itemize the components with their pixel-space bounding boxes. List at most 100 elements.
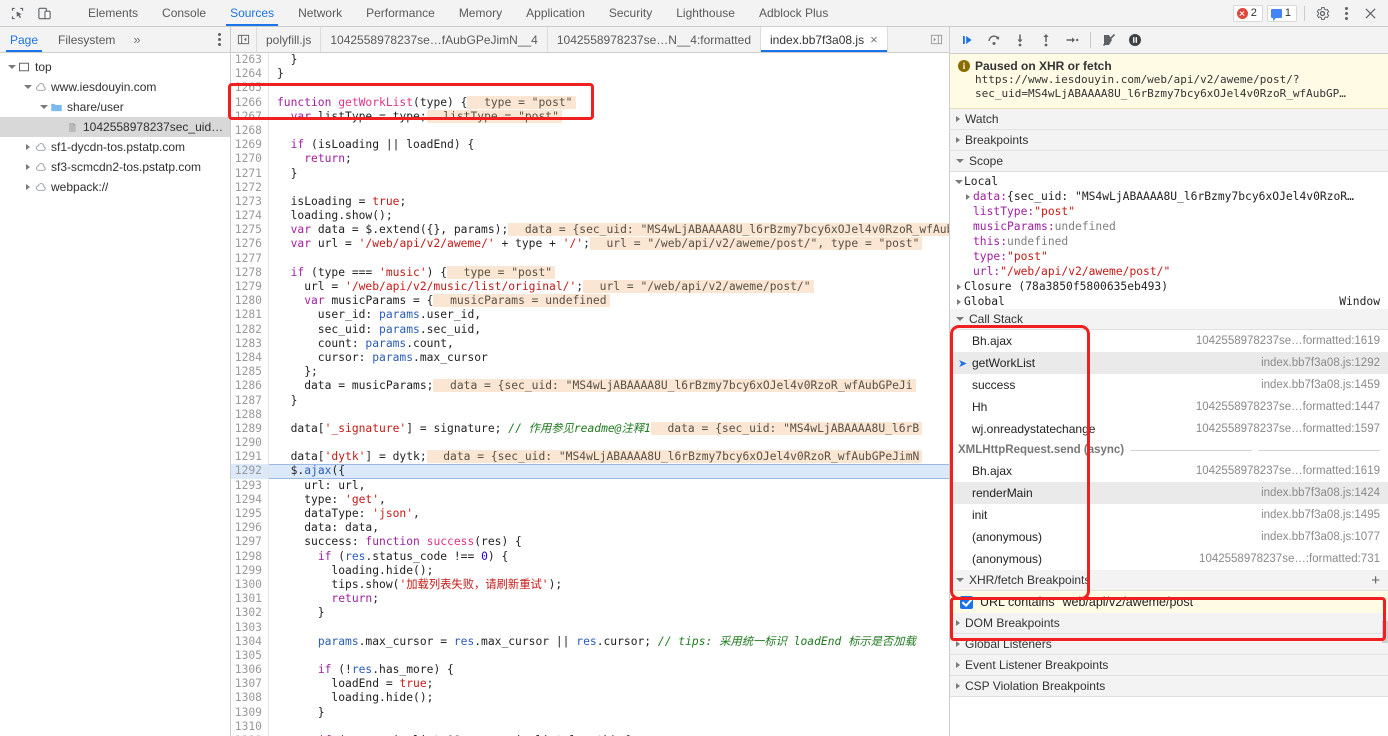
sidebar-scrollbar[interactable] (1382, 621, 1388, 643)
line-number[interactable]: 1280 (231, 294, 269, 309)
line-number[interactable]: 1283 (231, 336, 269, 351)
scope-group-local[interactable]: Local (950, 174, 1388, 189)
code-line[interactable]: 1300 tips.show('加载列表失败，请刷新重试'); (231, 577, 949, 593)
call-stack-frame[interactable]: Bh.ajax 1042558978237se…formatted:1619 (950, 460, 1388, 482)
line-number[interactable]: 1307 (231, 677, 269, 692)
code-line[interactable]: 1283 count: params.count, (231, 336, 949, 351)
step-button[interactable] (1060, 29, 1084, 51)
line-number[interactable]: 1284 (231, 350, 269, 366)
scope-property-listType[interactable]: listType: "post" (950, 204, 1388, 219)
scope-property-type[interactable]: type: "post" (950, 249, 1388, 264)
panel-tab-lighthouse[interactable]: Lighthouse (664, 0, 747, 26)
code-line[interactable]: 1284 cursor: params.max_cursor (231, 350, 949, 366)
editor-tab-3[interactable]: index.bb7f3a08.js × (761, 27, 888, 52)
panel-tab-security[interactable]: Security (597, 0, 664, 26)
line-number[interactable]: 1297 (231, 535, 269, 550)
call-stack-frame[interactable]: renderMain index.bb7f3a08.js:1424 (950, 482, 1388, 504)
code-line[interactable]: 1309 } (231, 705, 949, 720)
line-number[interactable]: 1306 (231, 663, 269, 678)
line-number[interactable]: 1295 (231, 507, 269, 522)
call-stack-frame[interactable]: (anonymous) 1042558978237se…:formatted:73… (950, 548, 1388, 570)
code-line[interactable]: 1298 if (res.status_code !== 0) { (231, 549, 949, 564)
section-breakpoints[interactable]: Breakpoints (950, 130, 1388, 151)
code-line[interactable]: 1278 if (type === 'music') { type = "pos… (231, 265, 949, 281)
code-line[interactable]: 1269 if (isLoading || loadEnd) { (231, 138, 949, 153)
line-number[interactable]: 1269 (231, 138, 269, 153)
line-number[interactable]: 1301 (231, 592, 269, 607)
code-line[interactable]: 1305 (231, 648, 949, 664)
section-call-stack[interactable]: Call Stack (950, 309, 1388, 330)
xhr-breakpoint-row[interactable]: URL contains "web/api/v2/aweme/post" (950, 591, 1388, 613)
tree-item-1042558978237sec-uid-ms[interactable]: 1042558978237sec_uid=MS (0, 117, 230, 137)
deactivate-breakpoints-button[interactable] (1097, 29, 1121, 51)
panel-tab-memory[interactable]: Memory (447, 0, 514, 26)
section-scope[interactable]: Scope (950, 151, 1388, 172)
panel-tab-sources[interactable]: Sources (218, 0, 286, 26)
line-number[interactable]: 1267 (231, 109, 269, 124)
add-xhr-breakpoint-button[interactable]: + (1371, 573, 1382, 588)
code-line[interactable]: 1266 function getWorkList(type) { type = … (231, 95, 949, 110)
line-number[interactable]: 1291 (231, 450, 269, 465)
line-number[interactable]: 1264 (231, 67, 269, 82)
close-icon[interactable] (1360, 3, 1380, 23)
line-number[interactable]: 1273 (231, 194, 269, 210)
line-number[interactable]: 1289 (231, 421, 269, 437)
gear-icon[interactable] (1312, 3, 1332, 23)
line-number[interactable]: 1309 (231, 705, 269, 720)
line-number[interactable]: 1310 (231, 719, 269, 735)
scope-property-data[interactable]: data: {sec_uid: "MS4wLjABAAAA8U_l6rBzmy7… (950, 189, 1388, 204)
scope-property-url[interactable]: url: "/web/api/v2/aweme/post/" (950, 264, 1388, 279)
code-line[interactable]: 1307 loadEnd = true; (231, 677, 949, 692)
code-line[interactable]: 1308 loading.hide(); (231, 691, 949, 706)
call-stack-frame[interactable]: ➤ getWorkList index.bb7f3a08.js:1292 (950, 352, 1388, 374)
line-number[interactable]: 1294 (231, 492, 269, 508)
section-watch[interactable]: Watch (950, 109, 1388, 130)
code-editor[interactable]: 1263 } 1264} 1265 1266 function getWorkList(… (231, 53, 949, 736)
step-over-button[interactable] (982, 29, 1006, 51)
tree-item-webpack[interactable]: webpack:// (0, 177, 230, 197)
code-line[interactable]: 1274 loading.show(); (231, 209, 949, 224)
code-line[interactable]: 1299 loading.hide(); (231, 563, 949, 578)
code-line[interactable]: 1263 } (231, 53, 949, 68)
step-out-button[interactable] (1034, 29, 1058, 51)
tree-item-sf1-dycdn-tos-pstatp-com[interactable]: sf1-dycdn-tos.pstatp.com (0, 137, 230, 157)
nav-tab-more-button[interactable]: » (125, 27, 148, 52)
line-number[interactable]: 1287 (231, 393, 269, 408)
code-line[interactable]: 1279 url = '/web/api/v2/music/list/origi… (231, 280, 949, 295)
line-number[interactable]: 1302 (231, 606, 269, 621)
code-line[interactable]: 1293 url: url, (231, 478, 949, 493)
line-number[interactable]: 1304 (231, 634, 269, 649)
editor-tabs-next-button[interactable] (924, 27, 949, 52)
call-stack-frame[interactable]: Hh 1042558978237se…formatted:1447 (950, 396, 1388, 418)
section-global-listeners[interactable]: Global Listeners (950, 634, 1388, 655)
call-stack-frame[interactable]: (anonymous) index.bb7f3a08.js:1077 (950, 526, 1388, 548)
line-number[interactable]: 1298 (231, 549, 269, 564)
code-line[interactable]: 1287 } (231, 393, 949, 408)
code-line[interactable]: 1280 var musicParams = { musicParams = u… (231, 294, 949, 309)
call-stack-frame[interactable]: Bh.ajax 1042558978237se…formatted:1619 (950, 330, 1388, 352)
code-line[interactable]: 1286 data = musicParams; data = {sec_uid… (231, 379, 949, 394)
code-line[interactable]: 1295 dataType: 'json', (231, 507, 949, 522)
line-number[interactable]: 1290 (231, 436, 269, 451)
pause-on-exceptions-button[interactable] (1123, 29, 1147, 51)
scope-property-musicParams[interactable]: musicParams: undefined (950, 219, 1388, 234)
scope-property-this[interactable]: this: undefined (950, 234, 1388, 249)
line-number[interactable]: 1300 (231, 577, 269, 593)
device-toolbar-icon[interactable] (35, 4, 53, 22)
line-number[interactable]: 1303 (231, 620, 269, 635)
code-line[interactable]: 1272 (231, 180, 949, 195)
code-line[interactable]: 1265 (231, 81, 949, 96)
line-number[interactable]: 1281 (231, 308, 269, 323)
line-number[interactable]: 1272 (231, 180, 269, 195)
code-line[interactable]: 1273 isLoading = true; (231, 194, 949, 210)
code-line[interactable]: 1276 var url = '/web/api/v2/aweme/' + ty… (231, 237, 949, 252)
editor-tab-0[interactable]: polyfill.js (257, 27, 322, 52)
code-line[interactable]: 1285 }; (231, 365, 949, 380)
navigator-kebab-icon[interactable] (208, 27, 230, 52)
code-line[interactable]: 1302 } (231, 606, 949, 621)
code-line-current[interactable]: 1292 $.ajax({ (231, 464, 949, 479)
line-number[interactable]: 1277 (231, 251, 269, 266)
line-number[interactable]: 1282 (231, 322, 269, 337)
line-number[interactable]: 1308 (231, 691, 269, 706)
code-line[interactable]: 1290 (231, 436, 949, 451)
